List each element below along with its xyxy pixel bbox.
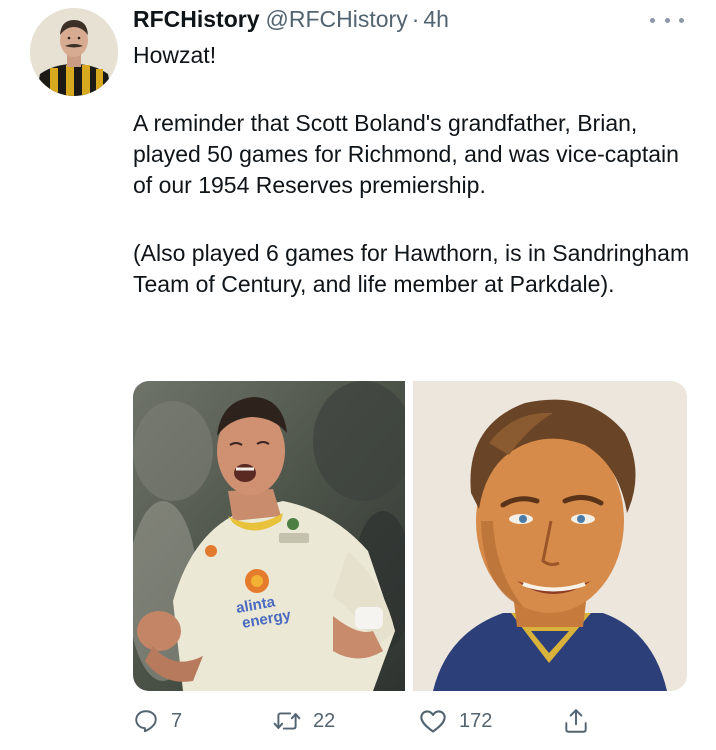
like-count: 172 (459, 709, 493, 732)
media-photo-cricketer[interactable]: alinta energy (133, 381, 405, 691)
tweet-media: alinta energy (133, 381, 687, 691)
share-icon (565, 709, 587, 733)
tweet-actions: 7 22 172 (133, 704, 603, 738)
author-handle[interactable]: @RFCHistory (266, 6, 408, 33)
tweet-header: RFCHistory @RFCHistory · 4h (133, 6, 449, 36)
tweet-timestamp[interactable]: 4h (423, 6, 449, 33)
retweet-button[interactable]: 22 (273, 704, 335, 738)
tweet: RFCHistory @RFCHistory · 4h Howzat! A re… (0, 0, 716, 750)
author-name[interactable]: RFCHistory (133, 6, 260, 33)
reply-button[interactable]: 7 (133, 704, 182, 738)
retweet-icon (273, 712, 301, 730)
media-photo-portrait[interactable] (413, 381, 687, 691)
cricketer-celebrating-photo: alinta energy (133, 381, 405, 691)
reply-icon (135, 710, 157, 733)
avatar[interactable] (30, 8, 118, 96)
tweet-paragraph: Howzat! (133, 42, 217, 68)
tweet-text: Howzat! A reminder that Scott Boland's g… (133, 40, 693, 300)
retweet-count: 22 (313, 709, 336, 732)
media-divider (405, 381, 413, 691)
avatar-image (30, 8, 118, 96)
like-button[interactable]: 172 (419, 704, 492, 738)
reply-count: 7 (171, 709, 183, 732)
header-separator: · (411, 6, 420, 32)
more-options-icon[interactable] (650, 10, 684, 30)
painted-portrait (413, 381, 687, 691)
like-icon (420, 710, 446, 733)
share-button[interactable] (563, 704, 589, 738)
tweet-paragraph: (Also played 6 games for Hawthorn, is in… (133, 240, 690, 297)
tweet-paragraph: A reminder that Scott Boland's grandfath… (133, 110, 679, 198)
